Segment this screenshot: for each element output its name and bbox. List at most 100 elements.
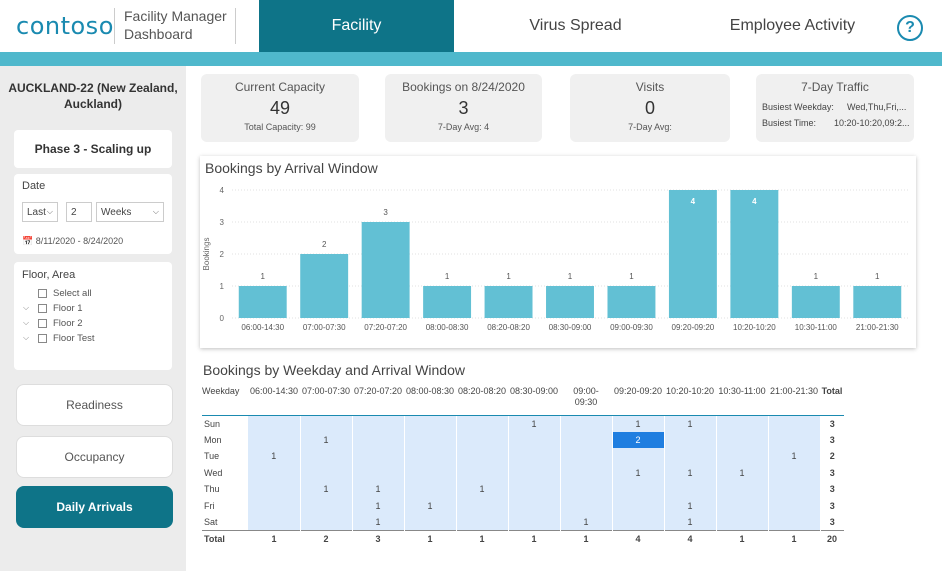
matrix-cell: 2 bbox=[612, 431, 665, 448]
busiest-weekday-value: Wed,Thu,Fri,... bbox=[847, 102, 907, 112]
data-label: 1 bbox=[261, 272, 266, 281]
matrix-cell bbox=[404, 514, 457, 531]
x-tick-label: 08:20-08:20 bbox=[487, 323, 530, 332]
matrix-cell bbox=[352, 431, 405, 448]
checkbox[interactable] bbox=[38, 289, 47, 298]
matrix-cell bbox=[352, 464, 405, 481]
matrix-cell: 1 bbox=[612, 415, 665, 432]
y-tick-label: 3 bbox=[220, 218, 225, 227]
matrix-cell bbox=[716, 514, 769, 531]
expand-icon[interactable]: ⌵ bbox=[23, 303, 29, 313]
chevron-down-icon: ⌵ bbox=[46, 207, 53, 216]
bookings-matrix: Weekday 06:00-14:30 07:00-07:30 07:20-07:20… bbox=[202, 382, 844, 547]
data-label: 1 bbox=[814, 272, 819, 281]
matrix-cell bbox=[560, 431, 613, 448]
expand-icon[interactable]: ⌵ bbox=[23, 333, 29, 343]
floor-option-floor-test[interactable]: Floor Test bbox=[38, 333, 95, 344]
matrix-total-header: Total bbox=[820, 382, 844, 416]
matrix-cell bbox=[768, 497, 821, 514]
date-mode-value: Last bbox=[27, 206, 46, 218]
matrix-cell bbox=[716, 497, 769, 514]
matrix-column-header: 08:30-09:00 bbox=[508, 382, 560, 416]
table-row: Tue 1 1 2 bbox=[202, 448, 844, 465]
matrix-cell bbox=[300, 415, 353, 432]
x-tick-label: 08:00-08:30 bbox=[426, 323, 469, 332]
row-total: 3 bbox=[829, 418, 835, 429]
x-tick-label: 10:30-11:00 bbox=[795, 323, 838, 332]
bar bbox=[423, 286, 472, 318]
chevron-down-icon: ⌵ bbox=[152, 207, 159, 216]
matrix-column-header: 10:20-10:20 bbox=[664, 382, 716, 416]
table-total-row: Total 1 2 3 1 1 1 1 4 4 1 1 20 bbox=[202, 530, 844, 547]
matrix-cell bbox=[560, 464, 613, 481]
floor-option-select-all[interactable]: Select all bbox=[38, 288, 92, 299]
site-title-line1: AUCKLAND-22 (New Zealand, bbox=[8, 81, 178, 95]
matrix-column-header: 10:30-11:00 bbox=[716, 382, 768, 416]
busiest-weekday-label: Busiest Weekday: bbox=[762, 102, 834, 112]
x-tick-label: 09:20-09:20 bbox=[672, 323, 715, 332]
x-tick-label: 07:20-07:20 bbox=[364, 323, 407, 332]
column-total: 1 bbox=[768, 530, 820, 547]
matrix-cell bbox=[508, 481, 561, 498]
weekday-label: Fri bbox=[204, 500, 215, 511]
date-mode-select[interactable]: Last ⌵ bbox=[22, 202, 58, 222]
checkbox[interactable] bbox=[38, 304, 47, 313]
y-tick-label: 4 bbox=[220, 186, 225, 195]
column-total: 1 bbox=[508, 530, 560, 547]
matrix-column-header: 06:00-14:30 bbox=[248, 382, 300, 416]
matrix-cell bbox=[456, 497, 509, 514]
tab-employee-activity[interactable]: Employee Activity bbox=[695, 0, 890, 52]
kpi-subtext: Total Capacity: 99 bbox=[244, 122, 316, 132]
matrix-cell bbox=[664, 448, 717, 465]
x-tick-label: 07:00-07:30 bbox=[303, 323, 346, 332]
matrix-title: Bookings by Weekday and Arrival Window bbox=[203, 362, 465, 378]
floor-option-floor-2[interactable]: Floor 2 bbox=[38, 318, 83, 329]
matrix-cell bbox=[560, 415, 613, 432]
kpi-subtext: 7-Day Avg: bbox=[628, 122, 672, 132]
grand-total: 20 bbox=[820, 530, 844, 547]
matrix-cell bbox=[560, 481, 613, 498]
date-label: Date bbox=[22, 180, 46, 192]
date-count-input[interactable]: 2 bbox=[66, 202, 92, 222]
tab-facility[interactable]: Facility bbox=[259, 0, 454, 52]
help-icon[interactable]: ? bbox=[897, 15, 923, 41]
weekday-label: Wed bbox=[204, 467, 223, 478]
matrix-cell: 1 bbox=[664, 464, 717, 481]
matrix-cell bbox=[768, 431, 821, 448]
bar bbox=[791, 286, 840, 318]
header: contoso Facility Manager Dashboard Facil… bbox=[0, 0, 942, 52]
floor-filter: Floor, Area Select all ⌵ Floor 1 ⌵ Floor… bbox=[14, 262, 172, 370]
bar bbox=[853, 286, 902, 318]
matrix-column-header: 09:20-09:20 bbox=[612, 382, 664, 416]
kpi-subtext: 7-Day Avg: 4 bbox=[437, 122, 490, 132]
busiest-time-value: 10:20-10:20,09:2... bbox=[834, 118, 910, 128]
calendar-icon: 📅 bbox=[22, 236, 34, 246]
matrix-cell bbox=[404, 415, 457, 432]
matrix-cell bbox=[404, 431, 457, 448]
matrix-cell bbox=[716, 448, 769, 465]
matrix-cell: 1 bbox=[664, 415, 717, 432]
header-accent-bar bbox=[0, 52, 942, 66]
matrix-cell bbox=[612, 448, 665, 465]
checkbox[interactable] bbox=[38, 319, 47, 328]
date-unit-select[interactable]: Weeks ⌵ bbox=[96, 202, 164, 222]
readiness-button[interactable]: Readiness bbox=[16, 384, 173, 426]
matrix-cell bbox=[456, 415, 509, 432]
app-title-line2: Dashboard bbox=[124, 26, 193, 42]
row-total: 3 bbox=[829, 434, 835, 445]
row-total: 3 bbox=[829, 517, 835, 527]
column-total: 4 bbox=[612, 530, 664, 547]
occupancy-button[interactable]: Occupancy bbox=[16, 436, 173, 478]
floor-option-floor-1[interactable]: Floor 1 bbox=[38, 303, 83, 314]
tab-virus-spread[interactable]: Virus Spread bbox=[478, 0, 673, 52]
expand-icon[interactable]: ⌵ bbox=[23, 318, 29, 328]
divider bbox=[114, 8, 115, 44]
table-row: Wed 1 1 1 3 bbox=[202, 464, 844, 481]
matrix-cell bbox=[560, 497, 613, 514]
checkbox[interactable] bbox=[38, 334, 47, 343]
matrix-column-header: 09:00- 09:30 bbox=[560, 382, 612, 416]
bar bbox=[484, 286, 533, 318]
app-title: Facility Manager Dashboard bbox=[124, 7, 227, 43]
daily-arrivals-button[interactable]: Daily Arrivals bbox=[16, 486, 173, 528]
bar bbox=[361, 222, 410, 318]
